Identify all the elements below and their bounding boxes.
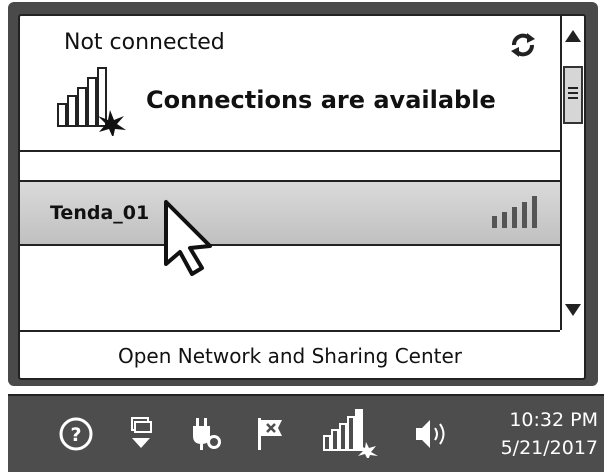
network-name: Tenda_01 xyxy=(50,202,150,224)
network-icon[interactable] xyxy=(320,408,384,458)
volume-icon[interactable] xyxy=(412,416,452,452)
refresh-icon[interactable] xyxy=(508,30,538,60)
signal-strength-icon xyxy=(492,196,537,228)
svg-text:?: ? xyxy=(70,424,81,446)
power-plug-icon[interactable] xyxy=(188,416,224,452)
scroll-up-arrow-icon[interactable] xyxy=(562,18,584,58)
footer: Open Network and Sharing Center xyxy=(20,330,560,378)
status-title: Not connected xyxy=(64,30,225,55)
scrollbar[interactable] xyxy=(560,16,584,330)
flag-icon[interactable] xyxy=(254,416,288,452)
grip-icon xyxy=(568,87,578,99)
network-panel: Not connected Connections are available … xyxy=(18,14,586,380)
taskbar: ? 10:32 PM 5/21/2017 xyxy=(8,394,604,472)
system-clock[interactable]: 10:32 PM 5/21/2017 xyxy=(476,406,598,462)
connection-status: Not connected Connections are available xyxy=(20,16,560,152)
divider xyxy=(20,152,560,182)
action-center-icon[interactable] xyxy=(126,416,156,452)
scrollbar-thumb[interactable] xyxy=(563,66,583,124)
mouse-pointer-icon xyxy=(164,200,212,276)
network-item-tenda[interactable]: Tenda_01 xyxy=(20,182,560,246)
help-icon[interactable]: ? xyxy=(58,416,94,452)
open-network-sharing-center-link[interactable]: Open Network and Sharing Center xyxy=(118,344,462,368)
clock-date: 5/21/2017 xyxy=(500,437,598,459)
network-list-empty-area xyxy=(20,246,560,330)
connections-available-text: Connections are available xyxy=(146,86,496,114)
network-flyout: Not connected Connections are available … xyxy=(8,2,598,386)
clock-time: 10:32 PM xyxy=(509,409,598,431)
network-available-icon xyxy=(57,67,126,136)
scroll-down-arrow-icon[interactable] xyxy=(562,288,584,328)
